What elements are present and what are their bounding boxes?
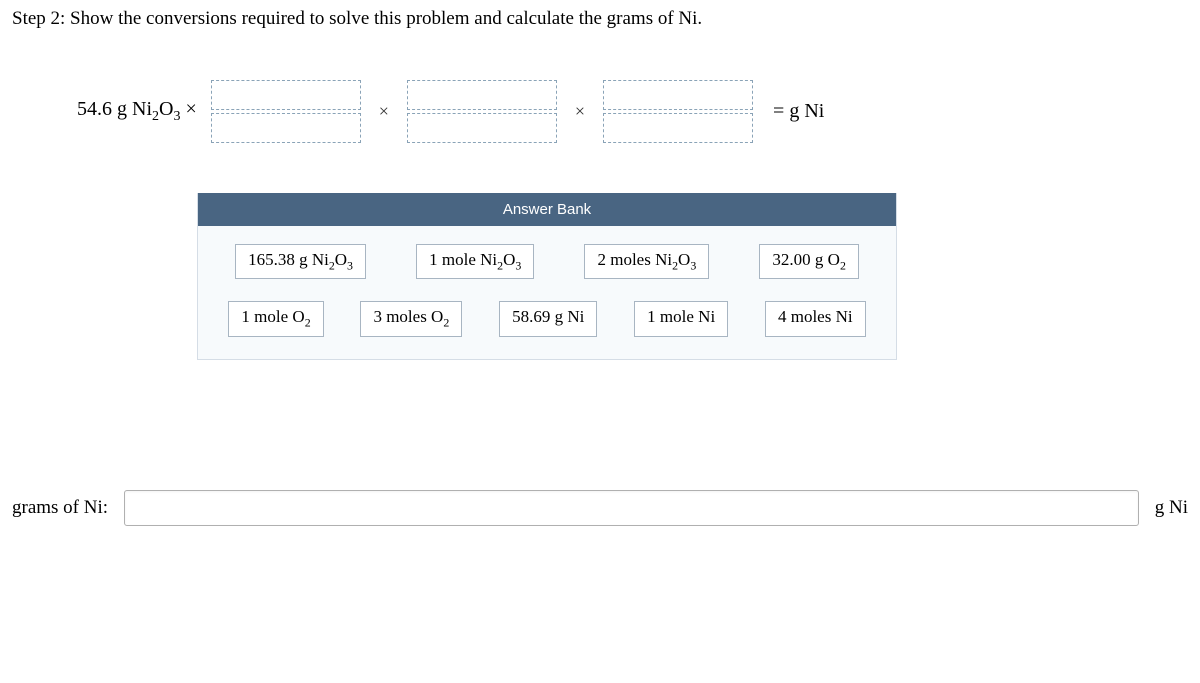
final-label: grams of Ni: bbox=[12, 497, 108, 519]
dropzone-3-den[interactable] bbox=[603, 113, 753, 143]
answer-bank-title: Answer Bank bbox=[198, 193, 896, 226]
bank-row: 1 mole O2 3 moles O2 58.69 g Ni 1 mole Ni 4 … bbox=[210, 301, 884, 336]
tile-3moles-o2[interactable]: 3 moles O2 bbox=[360, 301, 462, 336]
times-icon-1: × bbox=[375, 101, 393, 122]
tile-165.38g-ni2o3[interactable]: 165.38 g Ni2O3 bbox=[235, 244, 366, 279]
tile-58.69g-ni[interactable]: 58.69 g Ni bbox=[499, 301, 597, 336]
dropzone-3-num[interactable] bbox=[603, 80, 753, 110]
tile-1mole-o2[interactable]: 1 mole O2 bbox=[228, 301, 323, 336]
dropzone-1-den[interactable] bbox=[211, 113, 361, 143]
tile-2moles-ni2o3[interactable]: 2 moles Ni2O3 bbox=[584, 244, 709, 279]
times-icon-2: × bbox=[571, 101, 589, 122]
tile-4moles-ni[interactable]: 4 moles Ni bbox=[765, 301, 866, 336]
answer-bank: Answer Bank 165.38 g Ni2O3 1 mole Ni2O3 2 … bbox=[197, 193, 897, 360]
equation-leading: 54.6 g Ni2O3 × bbox=[77, 98, 197, 125]
final-unit: g Ni bbox=[1155, 497, 1188, 519]
dropzone-2-den[interactable] bbox=[407, 113, 557, 143]
fraction-1 bbox=[211, 80, 361, 143]
answer-bank-body: 165.38 g Ni2O3 1 mole Ni2O3 2 moles Ni2O3 3… bbox=[198, 226, 896, 359]
dropzone-2-num[interactable] bbox=[407, 80, 557, 110]
tile-1mole-ni2o3[interactable]: 1 mole Ni2O3 bbox=[416, 244, 534, 279]
bank-row: 165.38 g Ni2O3 1 mole Ni2O3 2 moles Ni2O3 3… bbox=[210, 244, 884, 279]
final-answer-row: grams of Ni: g Ni bbox=[12, 490, 1188, 526]
equation-result: = g Ni bbox=[773, 100, 824, 123]
step-heading: Step 2: Show the conversions required to… bbox=[12, 8, 1188, 30]
equation-row: 54.6 g Ni2O3 × × × = g Ni bbox=[77, 80, 1188, 143]
tile-32.00g-o2[interactable]: 32.00 g O2 bbox=[759, 244, 858, 279]
grams-ni-input[interactable] bbox=[124, 490, 1139, 526]
fraction-2 bbox=[407, 80, 557, 143]
dropzone-1-num[interactable] bbox=[211, 80, 361, 110]
tile-1mole-ni[interactable]: 1 mole Ni bbox=[634, 301, 728, 336]
fraction-3 bbox=[603, 80, 753, 143]
